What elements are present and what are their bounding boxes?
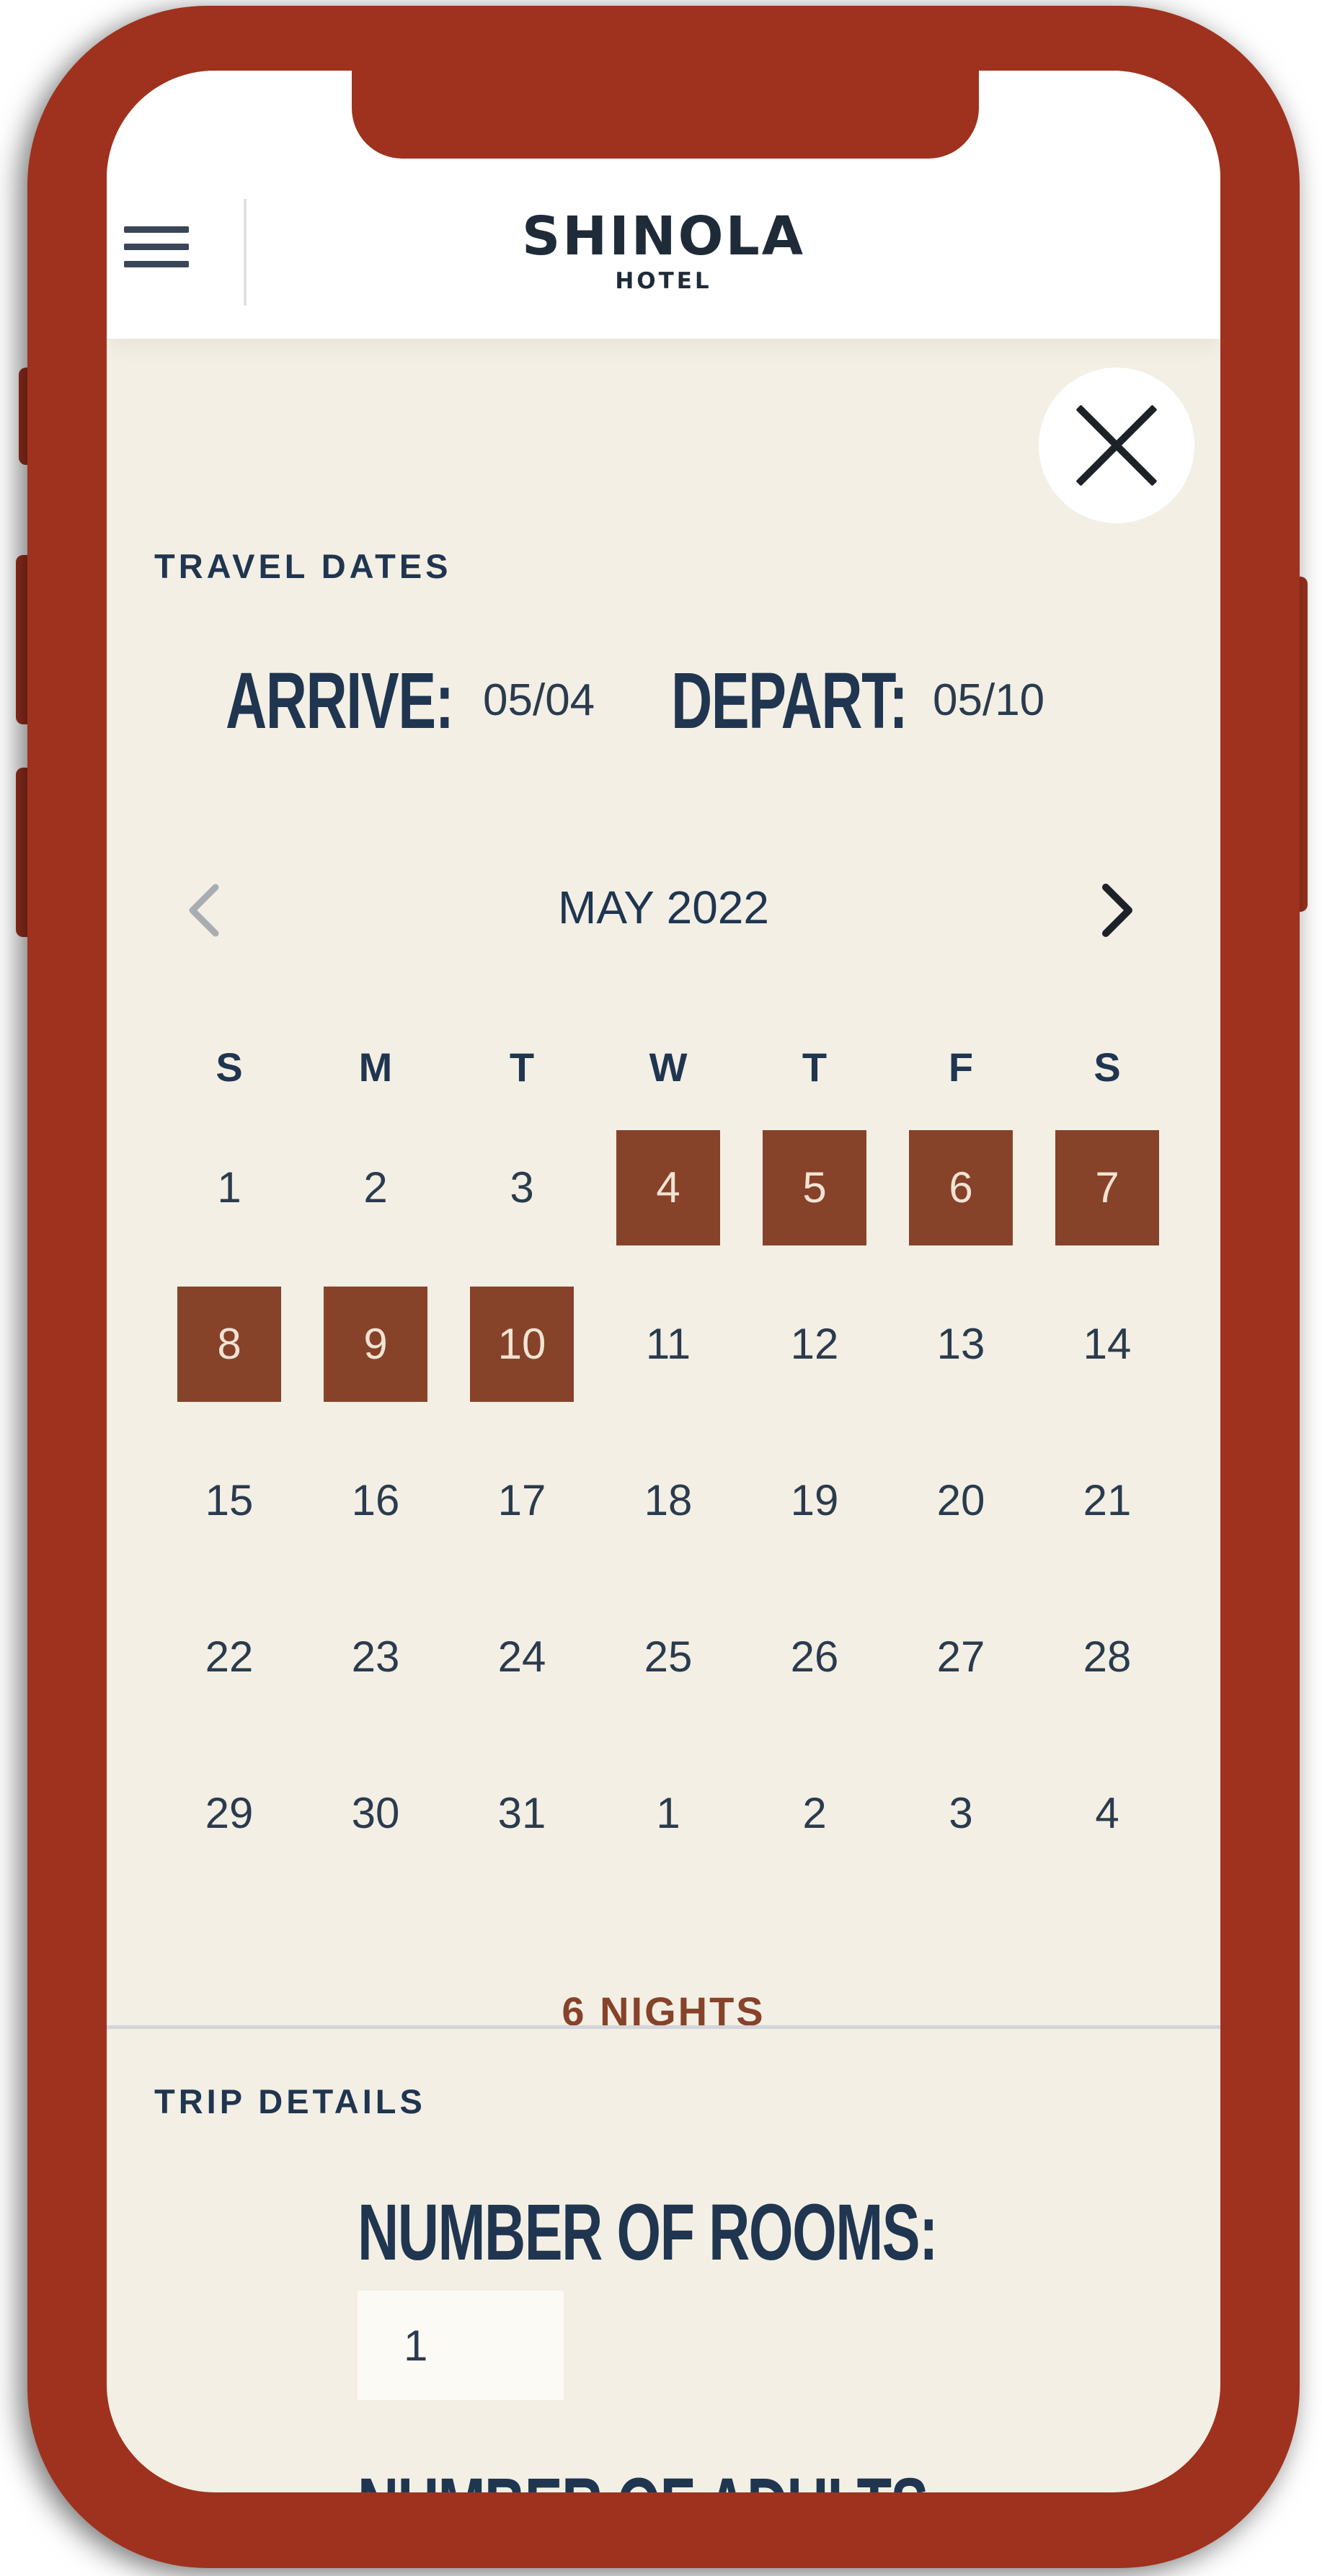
- weekday-label: S: [216, 1044, 243, 1090]
- calendar-week-row: 1234567: [175, 1109, 1192, 1265]
- logo-subtitle: HOTEL: [615, 268, 712, 294]
- phone-screen: SHINOLA HOTEL TRAVEL DATES ARRIVE: 05/04…: [107, 71, 1220, 2492]
- calendar-weeks: 1 2 3 4 5 6 7 8 9 10 11 12 13 14 15 16 17 18 19 20 21 22 23 24 2…: [175, 1109, 1192, 1891]
- calendar-day[interactable]: 15: [177, 1443, 281, 1558]
- calendar-day[interactable]: 2: [763, 1756, 866, 1871]
- arrive-label: ARRIVE:: [226, 657, 454, 745]
- calendar-day-selected[interactable]: 7: [1055, 1130, 1159, 1245]
- close-icon[interactable]: [1039, 368, 1194, 523]
- calendar-day[interactable]: 17: [470, 1443, 574, 1558]
- trip-details-heading: TRIP DETAILS: [154, 2082, 426, 2120]
- calendar-day[interactable]: 4: [1055, 1756, 1159, 1871]
- calendar-day[interactable]: 13: [909, 1287, 1013, 1402]
- calendar-day[interactable]: 3: [470, 1130, 574, 1245]
- weekday-label: S: [1093, 1044, 1121, 1090]
- calendar-week-row: 29 30 31 1 2 3 4: [175, 1734, 1192, 1891]
- calendar-day[interactable]: 2: [324, 1130, 427, 1245]
- month-title: MAY 2022: [558, 881, 769, 933]
- calendar-day[interactable]: 1: [616, 1756, 720, 1871]
- depart-label: DEPART:: [671, 657, 908, 745]
- weekday-label: T: [802, 1044, 828, 1090]
- depart-date-value: 05/10: [933, 675, 1045, 725]
- calendar-grid: SMTWTFS 1 2 3 4 5 6 7 8 9 10 11 12 13 14 15 16 17 18 19 20 2…: [175, 1029, 1192, 1891]
- calendar-day[interactable]: 21: [1055, 1443, 1159, 1558]
- stage: SHINOLA HOTEL TRAVEL DATES ARRIVE: 05/04…: [0, 0, 1322, 2576]
- calendar-week-row: 22 23 24 25 26 27 28: [175, 1578, 1192, 1734]
- calendar-day[interactable]: 14: [1055, 1287, 1159, 1402]
- phone-notch: [352, 71, 979, 159]
- calendar-day[interactable]: 23: [324, 1599, 427, 1715]
- calendar-week-row: 15 16 17 18 19 20 21: [175, 1421, 1192, 1578]
- calendar-day[interactable]: 28: [1055, 1599, 1159, 1715]
- chevron-right-icon[interactable]: [1096, 881, 1139, 939]
- rooms-label: NUMBER OF ROOMS:: [358, 2188, 939, 2277]
- shinola-hotel-logo[interactable]: SHINOLA HOTEL: [107, 206, 1220, 294]
- date-summary: ARRIVE: 05/04 DEPART: 05/10: [107, 651, 1220, 752]
- calendar-day[interactable]: 20: [909, 1443, 1013, 1558]
- calendar-day[interactable]: 3: [909, 1756, 1013, 1871]
- calendar-week-row: 8 9 10 11 12 13 14: [175, 1265, 1192, 1421]
- calendar-day[interactable]: 18: [616, 1443, 720, 1558]
- calendar-day[interactable]: 26: [763, 1599, 866, 1715]
- calendar-day-selected[interactable]: 4: [616, 1130, 720, 1245]
- calendar-day[interactable]: 16: [324, 1443, 427, 1558]
- calendar-day[interactable]: 1: [177, 1130, 281, 1245]
- calendar-day-selected[interactable]: 9: [324, 1287, 427, 1402]
- month-navigation: MAY 2022: [107, 871, 1220, 943]
- calendar-day-selected[interactable]: 5: [763, 1130, 866, 1245]
- calendar-day-selected[interactable]: 6: [909, 1130, 1013, 1245]
- rooms-input[interactable]: [358, 2291, 564, 2400]
- calendar-day[interactable]: 29: [177, 1756, 281, 1871]
- calendar-day[interactable]: 25: [616, 1599, 720, 1715]
- calendar-day-selected[interactable]: 8: [177, 1287, 281, 1402]
- calendar-day[interactable]: 22: [177, 1599, 281, 1715]
- arrive-date-value: 05/04: [483, 675, 595, 725]
- calendar-day[interactable]: 12: [763, 1287, 866, 1402]
- adults-label: NUMBER OF ADULTS: [358, 2456, 928, 2492]
- logo-wordmark: SHINOLA: [521, 205, 806, 267]
- calendar-day[interactable]: 30: [324, 1756, 427, 1871]
- weekday-label: M: [358, 1044, 393, 1090]
- calendar-day[interactable]: 11: [616, 1287, 720, 1402]
- calendar-day[interactable]: 27: [909, 1599, 1013, 1715]
- chevron-right-glyph: [1102, 884, 1132, 937]
- weekday-label: F: [948, 1044, 974, 1090]
- calendar-day-selected[interactable]: 10: [470, 1287, 574, 1402]
- calendar-day[interactable]: 31: [470, 1756, 574, 1871]
- travel-dates-heading: TRAVEL DATES: [154, 547, 452, 585]
- weekday-label: T: [509, 1044, 535, 1090]
- calendar-day[interactable]: 19: [763, 1443, 866, 1558]
- section-divider: [107, 2025, 1220, 2029]
- weekday-header-row: SMTWTFS: [175, 1029, 1192, 1109]
- weekday-label: W: [649, 1044, 688, 1090]
- calendar-day[interactable]: 24: [470, 1599, 574, 1715]
